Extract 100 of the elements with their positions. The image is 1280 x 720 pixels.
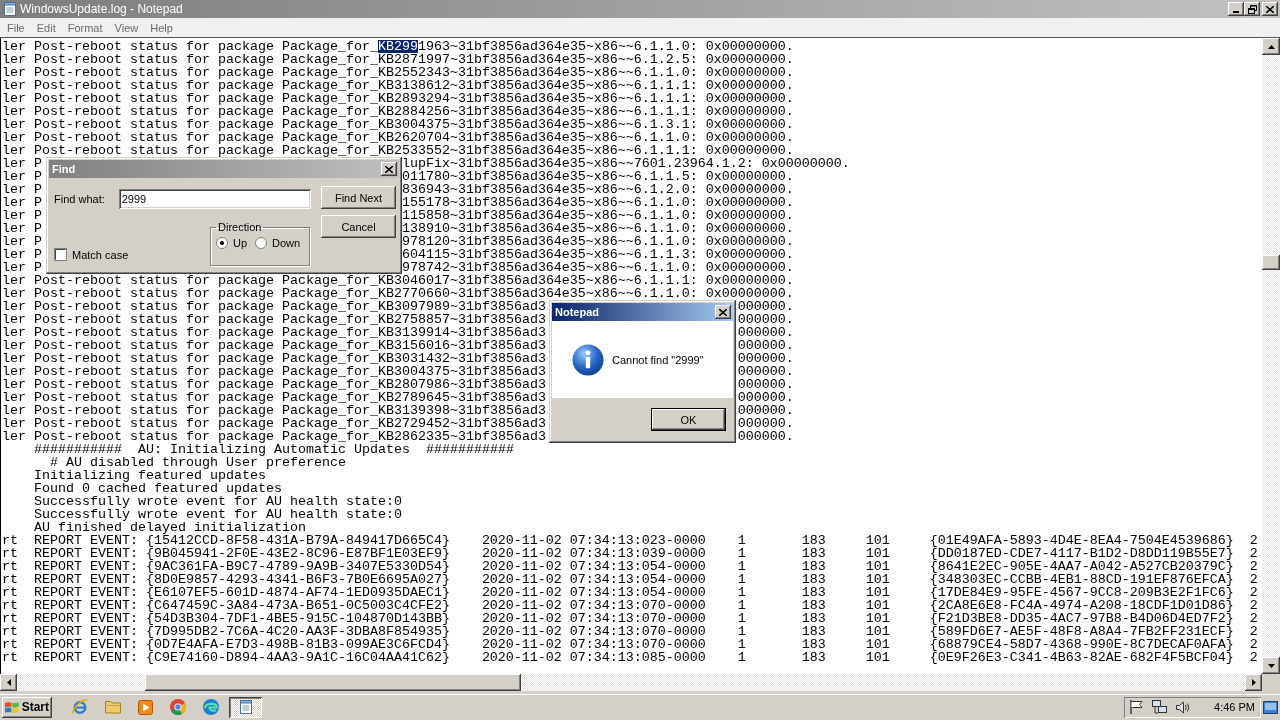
browser-icon[interactable] — [203, 699, 219, 715]
log-line-end: 000000. — [737, 365, 794, 378]
log-line-end: 011780~31bf3856ad364e35~x86~~6.1.1.5: 0x00000000. — [401, 170, 794, 183]
log-field: 183 — [801, 612, 826, 625]
menu-item[interactable]: Edit — [30, 21, 62, 34]
close-button[interactable] — [1262, 2, 1278, 16]
log-event: REPORT EVENT: {15412CCD-8F58-431A-B79A-849417D665C4} — [34, 534, 450, 547]
find-next-button[interactable]: Find Next — [321, 186, 396, 209]
checkbox[interactable] — [54, 248, 67, 261]
log-line: ler Post-reboot status for package Package_for_KB2620704~31bf3856ad364e35~x86~~6.1.1.0: 0x00000000. — [2, 131, 794, 144]
log-line-end: 000000. — [737, 313, 794, 326]
log-source: rt — [2, 547, 18, 560]
log-field: 101 — [865, 651, 890, 664]
network-icon[interactable] — [1152, 700, 1167, 714]
taskbar-button[interactable] — [229, 696, 262, 718]
log-line: ler Post-reboot status for package Package_for_KB2893294~31bf3856ad364e35~x86~~6.1.1.1: 0x00000000. — [2, 92, 794, 105]
log-field: 101 — [865, 573, 890, 586]
menu-item[interactable]: View — [108, 21, 145, 34]
minimize-icon — [1233, 11, 1239, 13]
checkbox-label[interactable]: Match case — [72, 248, 129, 261]
log-field: 101 — [865, 599, 890, 612]
find-what-field[interactable]: 2999 — [118, 189, 311, 209]
right-arrow-icon — [1251, 679, 1256, 686]
log-guid: {68879CE4-58D7-4368-990E-8C7DECAF0AFA} — [929, 638, 1234, 651]
log-field: 1 — [737, 625, 746, 638]
log-field: 101 — [865, 560, 890, 573]
speaker-icon[interactable] — [1176, 700, 1191, 714]
scroll-left-button[interactable] — [0, 674, 17, 691]
log-field: 1 — [737, 586, 746, 599]
flag-icon[interactable] — [1130, 700, 1143, 714]
scroll-up-button[interactable] — [1262, 38, 1280, 55]
log-line-start: ler Post-reboot status for package Package_for_KB2862335~31bf3856ad3 — [2, 430, 546, 443]
restore-button[interactable] — [1244, 2, 1260, 16]
vertical-scrollbar[interactable] — [1262, 38, 1280, 674]
log-field: 183 — [801, 534, 826, 547]
radio-label[interactable]: Down — [272, 237, 301, 249]
scroll-right-button[interactable] — [1245, 674, 1262, 691]
start-button[interactable]: Start — [2, 696, 52, 718]
log-field: 1 — [737, 560, 746, 573]
log-field: 2 — [1249, 612, 1258, 625]
close-button[interactable] — [715, 305, 731, 319]
log-line-end: 000000. — [737, 339, 794, 352]
scrollbar-thumb[interactable] — [145, 674, 521, 691]
scroll-down-button[interactable] — [1262, 657, 1280, 674]
horizontal-scrollbar[interactable] — [0, 674, 1262, 691]
log-field: 183 — [801, 547, 826, 560]
log-field: 183 — [801, 625, 826, 638]
minimize-button[interactable] — [1228, 2, 1244, 16]
log-field: 101 — [865, 612, 890, 625]
show-desktop-icon[interactable] — [1263, 700, 1278, 714]
log-guid: {01E49AFA-5893-4D4E-8EA4-7504E4539686} — [929, 534, 1234, 547]
cancel-button[interactable]: Cancel — [321, 215, 396, 238]
text-area[interactable] — [0, 38, 1262, 674]
group-label: Direction — [217, 221, 263, 233]
scrollbar-thumb[interactable] — [1262, 255, 1280, 270]
log-line-end: 000000. — [737, 404, 794, 417]
log-line-start: ler P — [2, 209, 42, 222]
radio-button[interactable] — [216, 237, 228, 249]
log-guid: {F21D3BE8-DD35-4AC7-97B8-B4D06D4ED7F2} — [929, 612, 1234, 625]
log-event: REPORT EVENT: {8D0E9857-4293-4341-B6F3-7B0E6695A027} — [34, 573, 450, 586]
radio-button[interactable] — [255, 237, 268, 249]
log-line-start: ler Post-reboot status for package Package_for_KB2789645~31bf3856ad3 — [2, 391, 546, 404]
log-line-start: ler Post-reboot status for package Package_for_KB3139398~31bf3856ad3 — [2, 404, 546, 417]
menu-item[interactable]: Format — [61, 21, 109, 34]
log-field: 1 — [737, 651, 746, 664]
restore-icon — [1247, 4, 1257, 14]
log-line-start: ler Post-reboot status for package Package_for_KB3156016~31bf3856ad3 — [2, 339, 546, 352]
log-field: 2 — [1249, 547, 1258, 560]
log-field: 1 — [737, 638, 746, 651]
log-field: 2 — [1249, 625, 1258, 638]
log-line-end: lupFix~31bf3856ad364e35~x86~~7601.23964.1.2: 0x00000000. — [401, 157, 850, 170]
log-line-start: ler P — [2, 170, 42, 183]
log-guid: {589FD6E7-AE5F-48F8-A8A4-7FB2FF231ECF} — [929, 625, 1234, 638]
clock[interactable]: 4:46 PM — [1214, 701, 1255, 713]
log-source: rt — [2, 651, 18, 664]
play-icon[interactable] — [138, 699, 153, 715]
log-line-end: 836943~31bf3856ad364e35~x86~~6.1.2.0: 0x00000000. — [401, 183, 794, 196]
log-timestamp: 2020-11-02 07:34:13:070-0000 — [481, 612, 706, 625]
log-source: rt — [2, 612, 18, 625]
menu-item[interactable]: Help — [144, 21, 179, 34]
ok-button[interactable]: OK — [651, 408, 726, 431]
log-field: 1 — [737, 599, 746, 612]
log-line-end: 000000. — [737, 378, 794, 391]
log-field: 101 — [865, 625, 890, 638]
log-line: Successfully wrote event for AU health state:0 — [34, 495, 402, 508]
log-line: # AU disabled through User preference — [50, 456, 346, 469]
log-line-start: ler Post-reboot status for package Package_for_KB3004375~31bf3856ad3 — [2, 365, 546, 378]
menu-item[interactable]: File — [1, 21, 31, 34]
radio-label[interactable]: Up — [233, 237, 248, 249]
browser-icon[interactable] — [72, 699, 88, 715]
log-line-end: 000000. — [737, 417, 794, 430]
log-guid: {0E9F26E3-C341-4B63-82AE-682F4F5BCF04} — [929, 651, 1234, 664]
log-field: 1 — [737, 612, 746, 625]
log-line-end: 604115~31bf3856ad364e35~x86~~6.1.1.3: 0x00000000. — [401, 248, 794, 261]
dialog-title: Find — [52, 163, 76, 175]
browser-icon[interactable] — [170, 699, 186, 715]
log-field: 2 — [1249, 573, 1258, 586]
log-line: Successfully wrote event for AU health state:0 — [34, 508, 402, 521]
log-line: ########### AU: Initializing Automatic Updates ########### — [34, 443, 514, 456]
close-button[interactable] — [381, 162, 397, 176]
